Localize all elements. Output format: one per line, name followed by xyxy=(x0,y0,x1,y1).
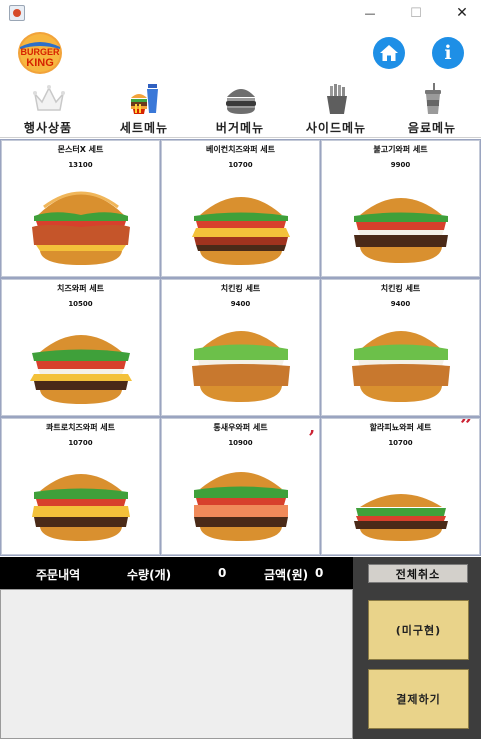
close-button[interactable]: ✕ xyxy=(439,0,481,26)
menu-item[interactable]: 할라피뇨와퍼 세트 10700 ” xyxy=(321,418,480,555)
category-tab-burgers[interactable]: 버거메뉴 xyxy=(192,80,288,138)
menu-item-price: 10700 xyxy=(68,439,93,447)
drink-icon xyxy=(425,83,441,114)
menu-item[interactable]: 불고기와퍼 세트 9900 xyxy=(321,140,480,277)
info-icon: i xyxy=(444,41,452,64)
home-button[interactable] xyxy=(373,37,405,69)
app-header: BURGER KING i xyxy=(0,26,481,80)
menu-item-name: 치킨킹 세트 xyxy=(220,284,261,293)
menu-item[interactable]: 몬스터X 세트 13100 xyxy=(1,140,160,277)
menu-item-price: 10700 xyxy=(388,439,413,447)
order-summary-header: 주문내역 수량(개) 0 금액(원) 0 xyxy=(0,557,353,589)
menu-item[interactable]: 치킨킹 세트 9400 xyxy=(321,279,480,416)
amount-label: 금액(원) xyxy=(264,568,309,582)
java-app-icon xyxy=(9,5,25,21)
burger-image xyxy=(192,331,290,402)
burger-image xyxy=(354,494,448,541)
menu-item[interactable]: 통새우와퍼 세트 10900 , xyxy=(161,418,320,555)
burger-icon xyxy=(226,89,256,114)
info-button[interactable]: i xyxy=(432,37,464,69)
home-icon xyxy=(380,45,398,61)
maximize-button[interactable]: ☐ xyxy=(393,0,439,26)
menu-item-name: 콰트로치즈와퍼 세트 xyxy=(45,423,116,432)
category-tab-sets[interactable]: 세트메뉴 xyxy=(96,80,192,138)
cancel-all-button[interactable]: 전체취소 xyxy=(368,564,468,583)
menu-item-price: 9400 xyxy=(390,300,411,308)
category-label: 세트메뉴 xyxy=(119,121,169,135)
set-meal-icon xyxy=(131,84,158,114)
category-tab-sides[interactable]: 사이드메뉴 xyxy=(288,80,384,138)
menu-item-price: 10700 xyxy=(228,161,253,169)
burger-image xyxy=(352,331,450,402)
menu-item-price: 9400 xyxy=(230,300,251,308)
burger-image xyxy=(194,472,288,541)
menu-item-price: 13100 xyxy=(68,161,93,169)
menu-item-name: 치킨킹 세트 xyxy=(380,284,421,293)
svg-text:BURGER: BURGER xyxy=(20,47,60,57)
svg-text:KING: KING xyxy=(26,57,54,69)
unimplemented-button[interactable]: (미구현) xyxy=(368,600,469,660)
menu-item-name: 불고기와퍼 세트 xyxy=(373,145,428,154)
quantity-value: 0 xyxy=(218,566,227,580)
pay-button[interactable]: 결제하기 xyxy=(368,669,469,729)
fries-icon xyxy=(327,84,347,114)
menu-item-name: 할라피뇨와퍼 세트 xyxy=(369,423,432,432)
menu-item-price: 10500 xyxy=(68,300,93,308)
menu-item[interactable]: 치킨킹 세트 9400 xyxy=(161,279,320,416)
menu-item[interactable]: 콰트로치즈와퍼 세트 10700 xyxy=(1,418,160,555)
window-titlebar: — ☐ ✕ xyxy=(0,0,481,26)
amount-value: 0 xyxy=(315,566,324,580)
category-label: 행사상품 xyxy=(23,121,73,135)
burger-image xyxy=(192,197,290,265)
burger-image xyxy=(354,198,448,263)
menu-item[interactable]: 치즈와퍼 세트 10500 xyxy=(1,279,160,416)
menu-item-name: 몬스터X 세트 xyxy=(57,145,104,154)
menu-grid: 몬스터X 세트 13100 베이컨치즈와퍼 세트 10700 불고기와퍼 세트 … xyxy=(0,139,481,556)
order-title: 주문내역 xyxy=(36,568,81,582)
category-label: 음료메뉴 xyxy=(407,121,457,135)
category-tab-events[interactable]: 행사상품 xyxy=(0,80,96,138)
decorative-quote: ” xyxy=(460,418,473,439)
menu-item-name: 통새우와퍼 세트 xyxy=(213,423,268,432)
menu-item-price: 9900 xyxy=(390,161,411,169)
category-label: 버거메뉴 xyxy=(215,121,265,135)
minimize-button[interactable]: — xyxy=(347,0,393,26)
menu-item-name: 베이컨치즈와퍼 세트 xyxy=(205,145,276,154)
crown-icon xyxy=(33,85,65,111)
menu-item-price: 10900 xyxy=(228,439,253,447)
category-label: 사이드메뉴 xyxy=(305,121,367,135)
category-tab-drinks[interactable]: 음료메뉴 xyxy=(384,80,480,138)
menu-item[interactable]: 베이컨치즈와퍼 세트 10700 xyxy=(161,140,320,277)
burger-image xyxy=(30,335,132,404)
burger-king-logo: BURGER KING xyxy=(18,32,62,74)
burger-image xyxy=(32,191,130,265)
action-panel: 전체취소 (미구현) 결제하기 xyxy=(353,557,481,739)
menu-item-name: 치즈와퍼 세트 xyxy=(57,284,104,293)
burger-image xyxy=(32,474,130,541)
quantity-label: 수량(개) xyxy=(127,568,172,582)
category-bar: 행사상품 세트메뉴 버거메뉴 사이드메뉴 음료메뉴 xyxy=(0,80,481,138)
decorative-quote: , xyxy=(309,418,316,438)
order-list[interactable] xyxy=(0,589,353,739)
